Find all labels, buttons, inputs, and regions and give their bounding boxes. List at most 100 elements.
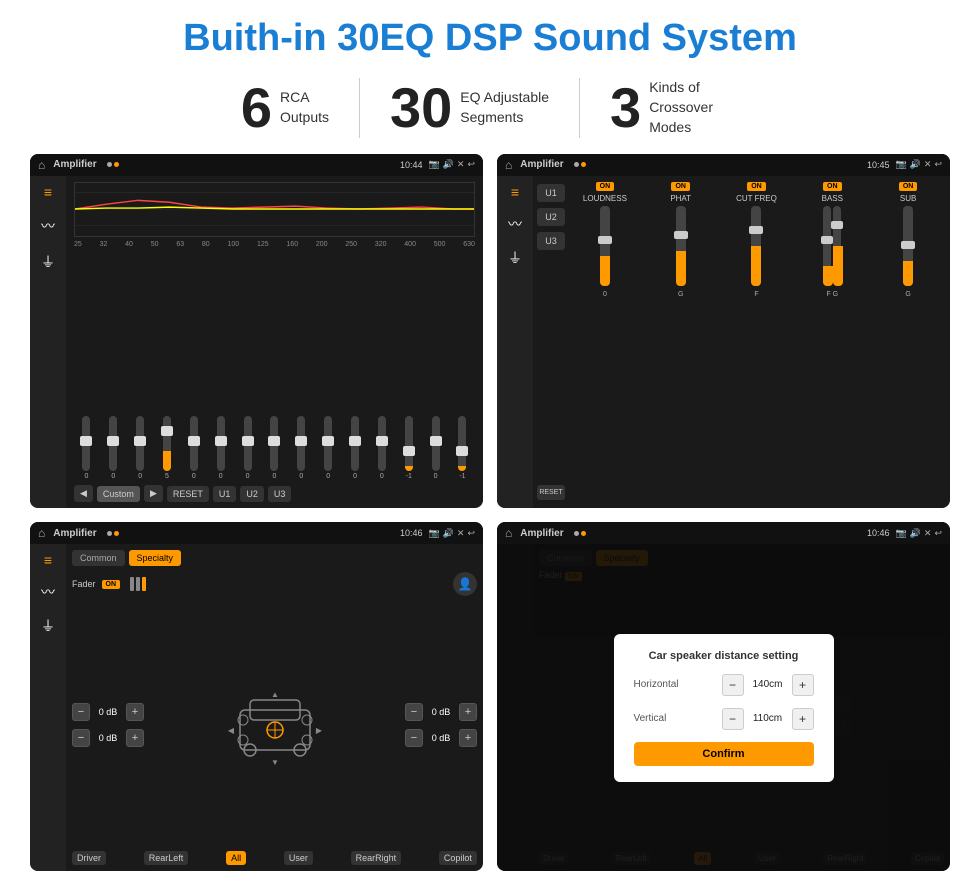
db-minus-fr[interactable]: − [405,703,423,721]
dialog-overlay: Car speaker distance setting Horizontal … [497,544,950,871]
x-icon-4: ✕ [924,528,932,539]
horizontal-label: Horizontal [634,679,679,690]
co-phat-slider[interactable] [676,206,686,286]
fader-tab-specialty[interactable]: Specialty [129,550,182,566]
co-u1-btn[interactable]: U1 [537,184,565,202]
co-bass-label: BASS [822,194,843,203]
back-icon-3: ↩ [467,528,475,539]
fader-header: Fader ON 👤 [72,572,477,596]
screen-fader: ⌂ Amplifier 10:46 📷 🔊 ✕ ↩ ≡ 〰 ⏚ [30,522,483,871]
fader-bottom: Driver RearLeft All User RearRight Copil… [72,851,477,865]
horizontal-minus-btn[interactable]: − [722,674,744,696]
eq-prev-btn[interactable]: ◀ [74,485,93,502]
status-bar-1: ⌂ Amplifier 10:44 📷 🔊 ✕ ↩ [30,154,483,176]
screen-crossover: ⌂ Amplifier 10:45 📷 🔊 ✕ ↩ ≡ 〰 ⏚ [497,154,950,509]
camera-icon-3: 📷 [428,528,439,539]
app-name-2: Amplifier [520,159,563,170]
distance-dialog: Car speaker distance setting Horizontal … [614,634,834,782]
eq-custom-btn[interactable]: Custom [97,486,140,502]
co-u2-btn[interactable]: U2 [537,208,565,226]
fader-tab-common[interactable]: Common [72,550,125,566]
eq-slider-13: 0 [423,416,448,480]
camera-icon-1: 📷 [428,159,439,170]
co-sub-label: SUB [900,194,916,203]
vertical-plus-btn[interactable]: + [792,708,814,730]
co-reset-btn[interactable]: RESET [537,485,565,500]
vertical-value: 110cm [748,713,788,724]
eq-freq-labels: 25 32 40 50 63 80 100 125 160 200 250 32… [74,241,475,248]
db-plus-fl[interactable]: + [126,703,144,721]
eq-slider-6: 0 [235,416,260,480]
eq-u2-btn[interactable]: U2 [240,486,264,502]
db-val-rl: 0 dB [93,733,123,743]
co-channel-cutfreq: ON CUT FREQ F [721,182,793,503]
db-plus-rl[interactable]: + [126,729,144,747]
eq-sliders: 0 0 0 5 0 0 0 0 0 0 0 0 -1 0 -1 [74,252,475,481]
co-sub-slider[interactable] [903,206,913,286]
eq-slider-4: 0 [181,416,206,480]
status-bar-2: ⌂ Amplifier 10:45 📷 🔊 ✕ ↩ [497,154,950,176]
distance-content: Common Specialty Fader ON −0 dB+ −0 dB+ [497,544,950,871]
eq-slider-14: -1 [450,416,475,480]
status-bar-3: ⌂ Amplifier 10:46 📷 🔊 ✕ ↩ [30,522,483,544]
horizontal-value: 140cm [748,679,788,690]
db-minus-fl[interactable]: − [72,703,90,721]
eq-u1-btn[interactable]: U1 [213,486,237,502]
fader-sidebar-icon-3: ⏚ [41,616,55,636]
stat-rca-desc: RCA Outputs [280,88,329,127]
stat-crossover-desc: Kinds of Crossover Modes [649,78,739,137]
db-plus-rr[interactable]: + [459,729,477,747]
fader-tabs: Common Specialty [72,550,477,566]
db-control-rr: − 0 dB + [405,729,477,747]
home-icon-2: ⌂ [505,158,512,172]
eq-slider-5: 0 [208,416,233,480]
co-loudness-label: LOUDNESS [583,194,627,203]
co-main: U1 U2 U3 RESET ON LOUDNESS 0 [533,176,950,509]
co-loudness-slider[interactable] [600,206,610,286]
co-u3-btn[interactable]: U3 [537,232,565,250]
vertical-control: − 110cm + [722,708,814,730]
db-plus-fr[interactable]: + [459,703,477,721]
crossover-content: ≡ 〰 ⏚ U1 U2 U3 RESET ON [497,176,950,509]
db-minus-rr[interactable]: − [405,729,423,747]
eq-u3-btn[interactable]: U3 [268,486,292,502]
stat-crossover-number: 3 [610,80,641,136]
eq-next-btn[interactable]: ▶ [144,485,163,502]
eq-content: ≡ 〰 ⏚ [30,176,483,509]
screen-distance: ⌂ Amplifier 10:46 📷 🔊 ✕ ↩ [497,522,950,871]
fader-right-controls: − 0 dB + − 0 dB + [405,602,477,847]
db-control-rl: − 0 dB + [72,729,144,747]
co-channel-sub: ON SUB G [872,182,944,503]
db-minus-rl[interactable]: − [72,729,90,747]
eq-controls: ◀ Custom ▶ RESET U1 U2 U3 [74,485,475,502]
fader-main: Common Specialty Fader ON 👤 [66,544,483,871]
co-bass-slider-g[interactable] [833,206,841,286]
time-3: 10:46 [400,528,423,538]
eq-sidebar-icon-1: ≡ [44,184,52,200]
horizontal-plus-btn[interactable]: + [792,674,814,696]
fader-avatar: 👤 [453,572,477,596]
back-icon-2: ↩ [934,159,942,170]
co-cutfreq-slider[interactable] [751,206,761,286]
vertical-label: Vertical [634,713,667,724]
fader-rearright-label: RearRight [351,851,402,865]
co-cutfreq-label: CUT FREQ [736,194,777,203]
app-name-1: Amplifier [53,159,96,170]
eq-sidebar-icon-3: ⏚ [41,252,55,272]
confirm-button[interactable]: Confirm [634,742,814,766]
fader-copilot-label: Copilot [439,851,477,865]
co-bass-slider-f[interactable] [823,206,831,286]
fader-user-label: User [284,851,313,865]
eq-graph [74,182,475,237]
vol-icon-1: 🔊 [443,159,454,170]
co-sidebar: ≡ 〰 ⏚ [497,176,533,509]
svg-text:▼: ▼ [271,758,279,765]
vertical-minus-btn[interactable]: − [722,708,744,730]
eq-sidebar: ≡ 〰 ⏚ [30,176,66,509]
fader-rearleft-label: RearLeft [144,851,189,865]
db-val-fl: 0 dB [93,707,123,717]
screen-eq: ⌂ Amplifier 10:44 📷 🔊 ✕ ↩ ≡ 〰 ⏚ [30,154,483,509]
eq-reset-btn[interactable]: RESET [167,486,209,502]
fader-all-label[interactable]: All [226,851,246,865]
co-sub-on: ON [899,182,918,191]
